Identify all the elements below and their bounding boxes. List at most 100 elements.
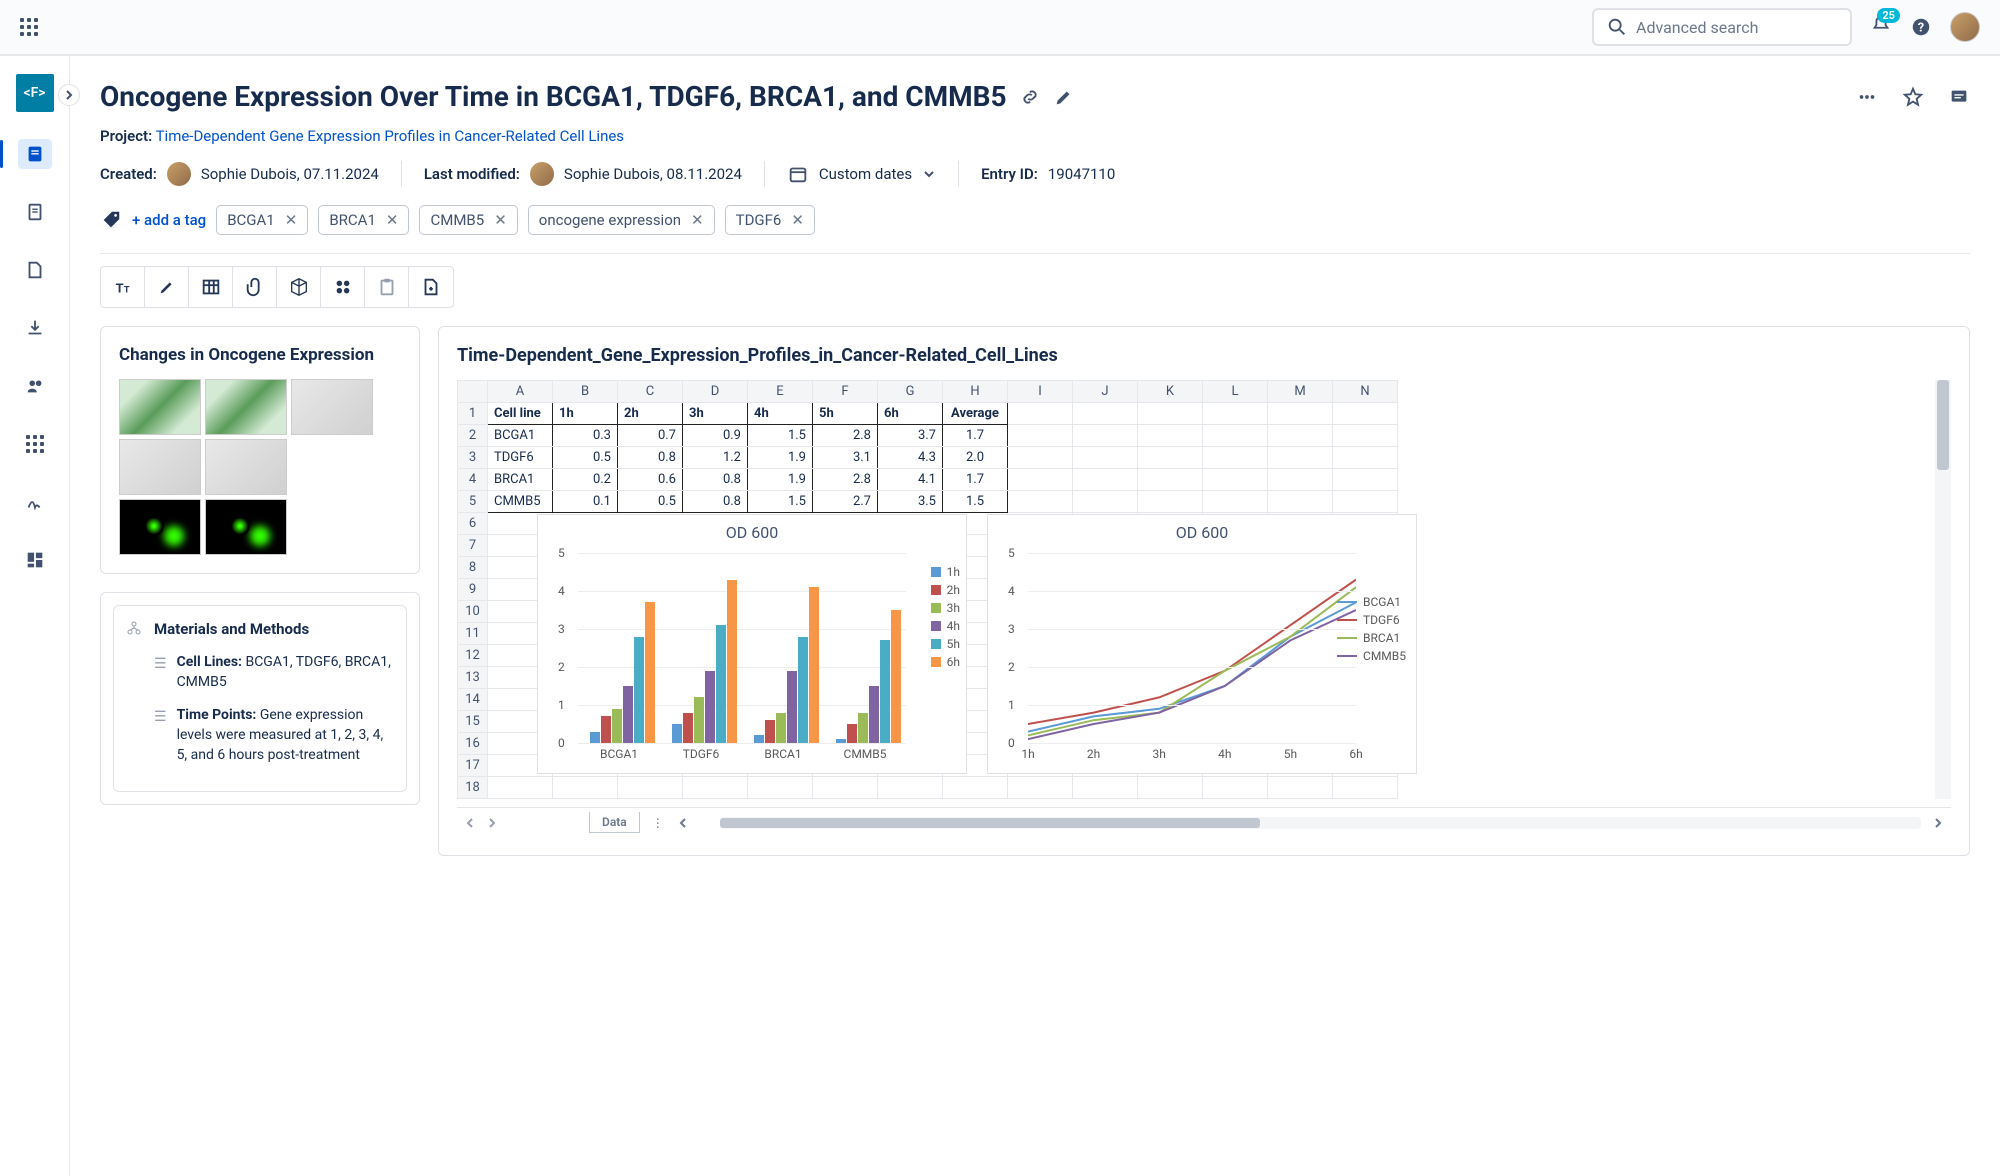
scroll-left-icon[interactable]	[678, 818, 688, 828]
thumbnail[interactable]	[119, 439, 201, 495]
chevron-down-icon	[922, 167, 936, 181]
tag-remove-icon[interactable]: ✕	[285, 211, 298, 229]
entry-id-label: Entry ID:	[981, 165, 1038, 183]
thumbnail[interactable]	[205, 379, 287, 435]
custom-dates-dropdown[interactable]: Custom dates	[787, 163, 936, 185]
spreadsheet-card: Time-Dependent_Gene_Expression_Profiles_…	[438, 326, 1970, 856]
sheet-menu-icon[interactable]: ⋮	[652, 816, 666, 830]
modified-label: Last modified:	[424, 165, 520, 183]
tag-label: BCGA1	[227, 211, 275, 229]
custom-dates-label: Custom dates	[819, 165, 912, 183]
search-icon	[1606, 16, 1628, 38]
tb-3d[interactable]	[277, 267, 321, 307]
line-chart[interactable]: OD 600 0123451h2h3h4h5h6h BCGA1TDGF6BRCA…	[987, 514, 1417, 774]
chart-title: OD 600	[538, 515, 966, 546]
app-logo[interactable]: <F>	[16, 74, 54, 112]
tb-file[interactable]	[409, 267, 453, 307]
modifier-avatar[interactable]	[530, 162, 554, 186]
tag-remove-icon[interactable]: ✕	[691, 211, 704, 229]
modified-value: Sophie Dubois, 08.11.2024	[564, 165, 742, 183]
notification-count: 25	[1877, 8, 1900, 23]
expand-sidebar-button[interactable]	[58, 84, 80, 106]
add-tag-button[interactable]: + add a tag	[132, 211, 206, 229]
signature-icon	[24, 491, 46, 513]
thumbnail[interactable]	[205, 439, 287, 495]
star-icon[interactable]	[1902, 86, 1924, 108]
page-icon	[24, 201, 46, 223]
cube-icon	[288, 276, 310, 298]
comment-icon[interactable]	[1948, 86, 1970, 108]
tag-icon	[100, 209, 122, 231]
rail-item-inventory[interactable]	[15, 254, 55, 286]
team-icon	[24, 375, 46, 397]
creator-avatar[interactable]	[167, 162, 191, 186]
tag-row: + add a tag BCGA1✕BRCA1✕CMMB5✕oncogene e…	[100, 205, 1970, 235]
link-icon[interactable]	[1019, 86, 1041, 108]
tag-remove-icon[interactable]: ✕	[791, 211, 804, 229]
import-icon	[24, 317, 46, 339]
thumbnail[interactable]	[119, 499, 201, 555]
editor-toolbar: TT	[100, 266, 454, 308]
tb-draw[interactable]	[145, 267, 189, 307]
entry-id-value: 19047110	[1048, 165, 1115, 183]
tb-grid[interactable]	[321, 267, 365, 307]
notebook-icon	[24, 143, 46, 165]
oncogene-expression-card: Changes in Oncogene Expression	[100, 326, 420, 574]
box-icon	[24, 259, 46, 281]
horizontal-scrollbar[interactable]	[720, 817, 1921, 829]
rail-item-sign[interactable]	[15, 486, 55, 518]
search-input[interactable]: Advanced search	[1592, 8, 1852, 46]
scroll-right-icon[interactable]	[1933, 818, 1943, 828]
rail-item-page[interactable]	[15, 196, 55, 228]
calendar-icon	[787, 163, 809, 185]
created-value: Sophie Dubois, 07.11.2024	[201, 165, 379, 183]
rail-item-notebook[interactable]	[15, 138, 55, 170]
svg-text:?: ?	[1918, 21, 1924, 36]
thumbnail[interactable]	[205, 499, 287, 555]
sheet-tab[interactable]: Data	[589, 812, 640, 833]
thumbnail[interactable]	[119, 379, 201, 435]
hierarchy-icon	[126, 620, 142, 636]
svg-text:T: T	[123, 286, 129, 296]
chevron-right-icon[interactable]	[487, 818, 497, 828]
sidebar-rail: <F>	[0, 56, 70, 1176]
tag-chip[interactable]: oncogene expression ✕	[528, 205, 715, 235]
rail-item-dashboard[interactable]	[15, 544, 55, 576]
notifications-button[interactable]: 25	[1870, 14, 1892, 40]
chevron-right-icon	[64, 90, 74, 100]
rail-item-team[interactable]	[15, 370, 55, 402]
user-avatar[interactable]	[1950, 12, 1980, 42]
tag-label: BRCA1	[329, 211, 376, 229]
more-icon[interactable]	[1856, 86, 1878, 108]
tag-remove-icon[interactable]: ✕	[494, 211, 507, 229]
svg-text:T: T	[115, 282, 123, 297]
tb-attach[interactable]	[233, 267, 277, 307]
rail-item-apps[interactable]	[15, 428, 55, 460]
card-title: Changes in Oncogene Expression	[119, 345, 401, 365]
tb-table[interactable]	[189, 267, 233, 307]
app-switcher-icon[interactable]	[20, 18, 38, 36]
thumbnail-grid	[119, 379, 401, 555]
thumbnail[interactable]	[291, 379, 373, 435]
four-dots-icon	[332, 276, 354, 298]
search-placeholder: Advanced search	[1636, 18, 1758, 37]
topbar: Advanced search 25 ?	[0, 0, 2000, 56]
tag-remove-icon[interactable]: ✕	[386, 211, 399, 229]
attachment-icon	[244, 276, 266, 298]
tag-chip[interactable]: TDGF6✕	[725, 205, 815, 235]
tag-chip[interactable]: BRCA1 ✕	[318, 205, 409, 235]
tag-label: oncogene expression	[539, 211, 681, 229]
rail-item-import[interactable]	[15, 312, 55, 344]
tag-chip[interactable]: BCGA1 ✕	[216, 205, 308, 235]
sheet-footer: Data ⋮	[457, 807, 1951, 837]
bar-chart[interactable]: OD 600 012345BCGA1TDGF6BRCA1CMMB5 1h2h3h…	[537, 514, 967, 774]
tag-chip[interactable]: CMMB5✕	[419, 205, 517, 235]
edit-icon[interactable]	[1053, 86, 1075, 108]
apps-icon	[26, 435, 44, 453]
project-link[interactable]: Time-Dependent Gene Expression Profiles …	[156, 127, 624, 145]
tb-text[interactable]: TT	[101, 267, 145, 307]
vertical-scrollbar[interactable]	[1935, 380, 1951, 799]
chevron-left-icon[interactable]	[465, 818, 475, 828]
help-icon[interactable]: ?	[1910, 16, 1932, 38]
tb-clipboard[interactable]	[365, 267, 409, 307]
